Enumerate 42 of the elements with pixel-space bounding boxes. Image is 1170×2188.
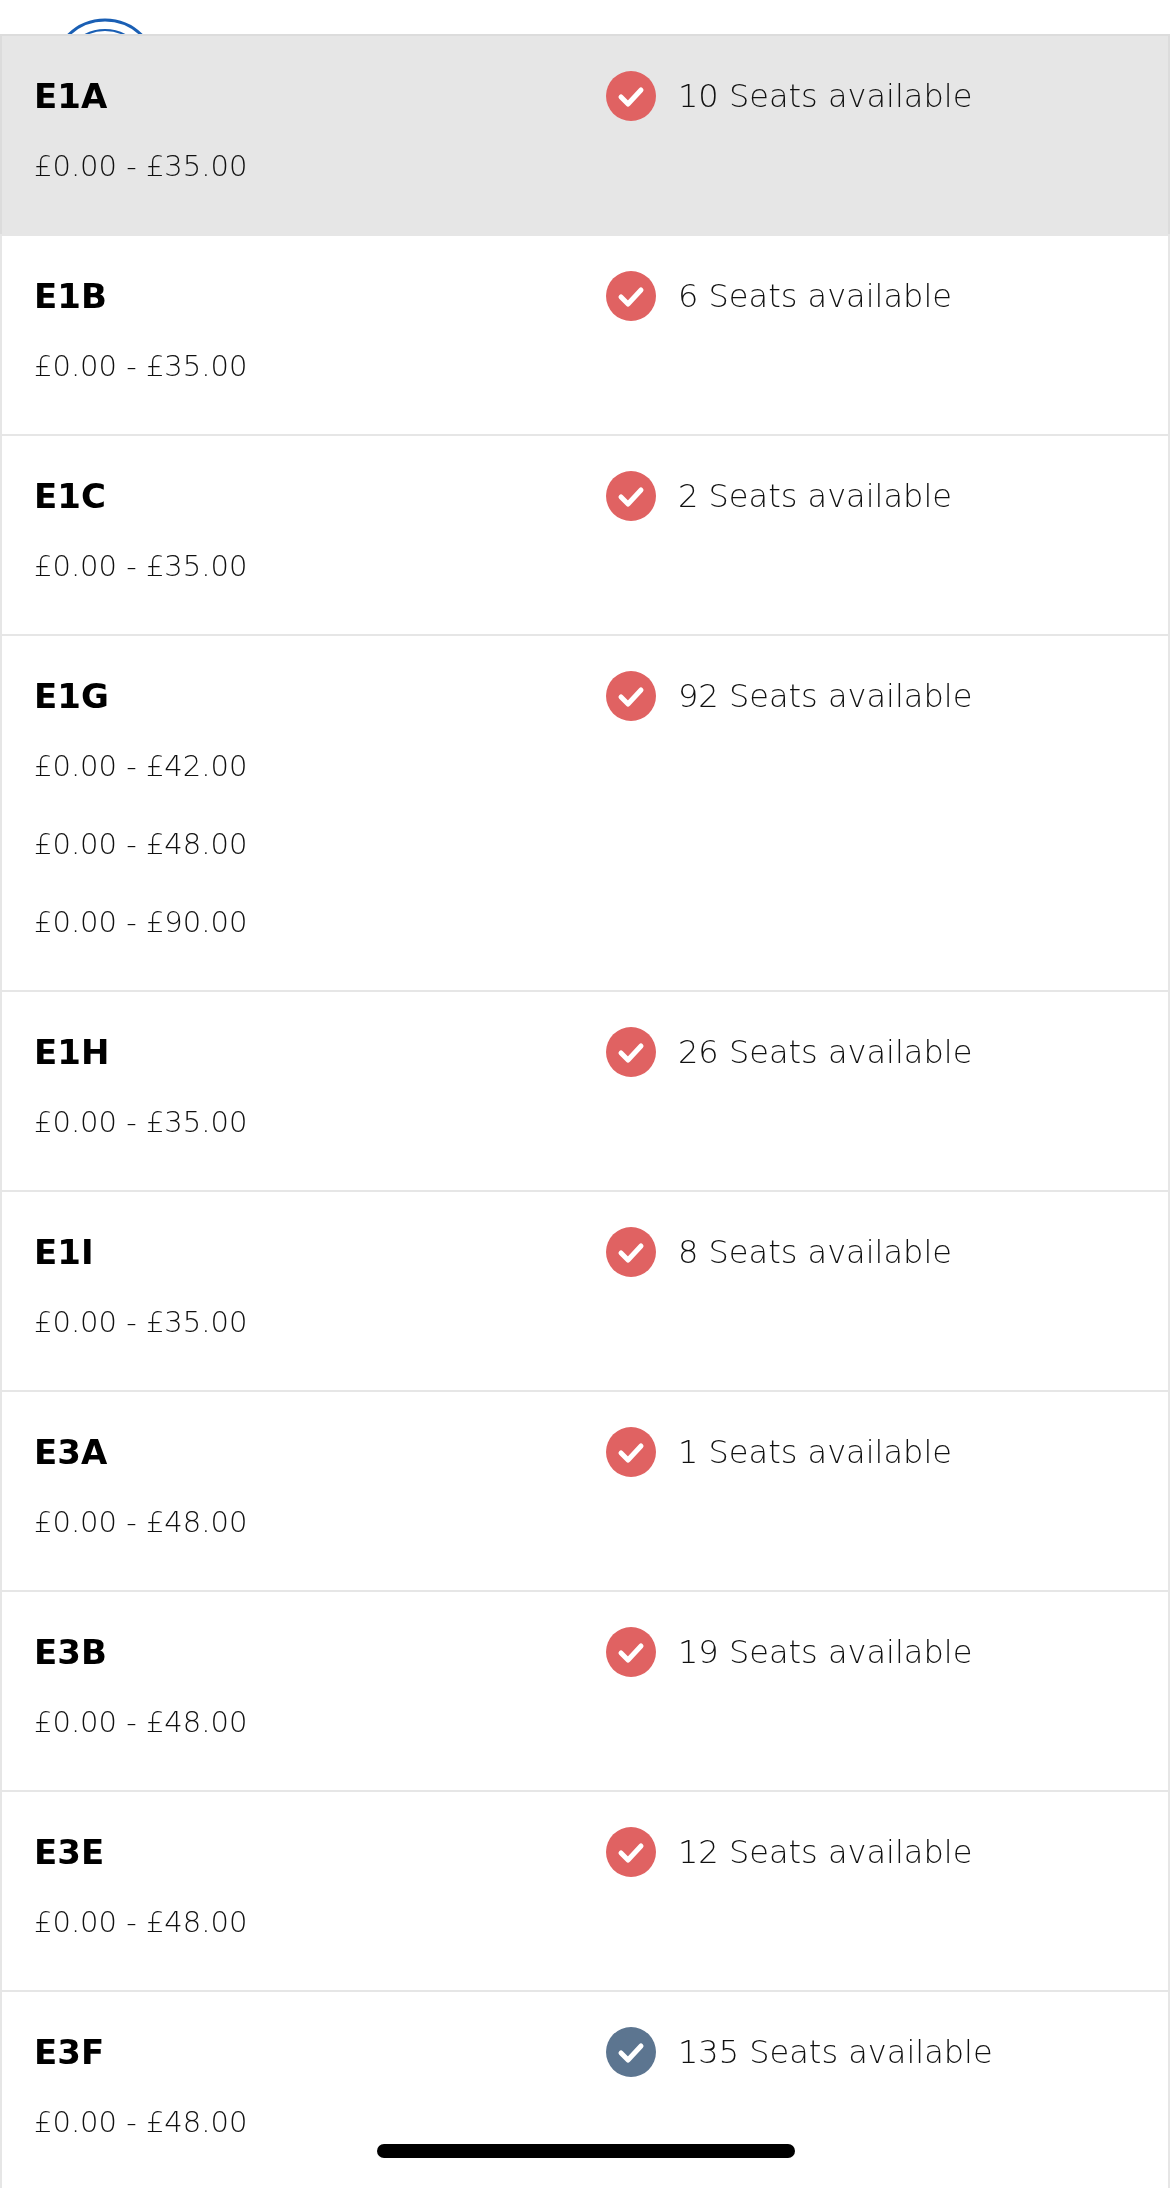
price-range: £0.00 - £35.00 [34, 548, 248, 585]
seats-available: 10 Seats available [678, 77, 973, 115]
seats-available: 26 Seats available [678, 1033, 973, 1071]
section-row[interactable]: E1H £0.00 - £35.00 26 Seats available [0, 990, 1170, 1190]
price-range: £0.00 - £48.00 [34, 1904, 248, 1941]
section-name: E1H [34, 1031, 111, 1074]
seats-available: 2 Seats available [678, 477, 952, 515]
section-name: E3F [34, 2031, 106, 2074]
seats-available: 135 Seats available [678, 2033, 993, 2071]
price-range: £0.00 - £48.00 [34, 2104, 248, 2141]
section-name: E1I [34, 1231, 95, 1274]
price-range: £0.00 - £35.00 [34, 148, 248, 185]
section-name: E3A [34, 1431, 109, 1474]
section-name: E1C [34, 475, 107, 518]
section-row[interactable]: E3F £0.00 - £48.00 135 Seats available [0, 1990, 1170, 2188]
price-range: £0.00 - £35.00 [34, 348, 248, 385]
seats-available: 19 Seats available [678, 1633, 973, 1671]
price-range: £0.00 - £48.00 [34, 1504, 248, 1541]
section-name: E3E [34, 1831, 106, 1874]
section-row[interactable]: E3B £0.00 - £48.00 19 Seats available [0, 1590, 1170, 1790]
section-row[interactable]: E1C £0.00 - £35.00 2 Seats available [0, 434, 1170, 634]
section-row[interactable]: E3E £0.00 - £48.00 12 Seats available [0, 1790, 1170, 1990]
section-name: E3B [34, 1631, 108, 1674]
section-row[interactable]: E1B £0.00 - £35.00 6 Seats available [0, 234, 1170, 434]
section-name: E1B [34, 275, 108, 318]
section-name: E1A [34, 75, 109, 118]
section-row[interactable]: E1I £0.00 - £35.00 8 Seats available [0, 1190, 1170, 1390]
seats-available: 8 Seats available [678, 1233, 952, 1271]
price-range: £0.00 - £35.00 [34, 1104, 248, 1141]
section-row[interactable]: E1A £0.00 - £35.00 10 Seats available [0, 34, 1170, 234]
price-range: £0.00 - £48.00 [34, 1704, 248, 1741]
seats-available: 92 Seats available [678, 677, 973, 715]
price-range: £0.00 - £90.00 [34, 904, 248, 941]
section-row[interactable]: E1G £0.00 - £42.00 £0.00 - £48.00 £0.00 - £90.00 92 Seats available [0, 634, 1170, 990]
section-row[interactable]: E3A £0.00 - £48.00 1 Seats available [0, 1390, 1170, 1590]
seats-available: 12 Seats available [678, 1833, 973, 1871]
seats-available: 6 Seats available [678, 277, 952, 315]
seats-available: 1 Seats available [678, 1433, 952, 1471]
price-range: £0.00 - £35.00 [34, 1304, 248, 1341]
section-name: E1G [34, 675, 110, 718]
price-range: £0.00 - £42.00 [34, 748, 248, 785]
price-range: £0.00 - £48.00 [34, 826, 248, 863]
